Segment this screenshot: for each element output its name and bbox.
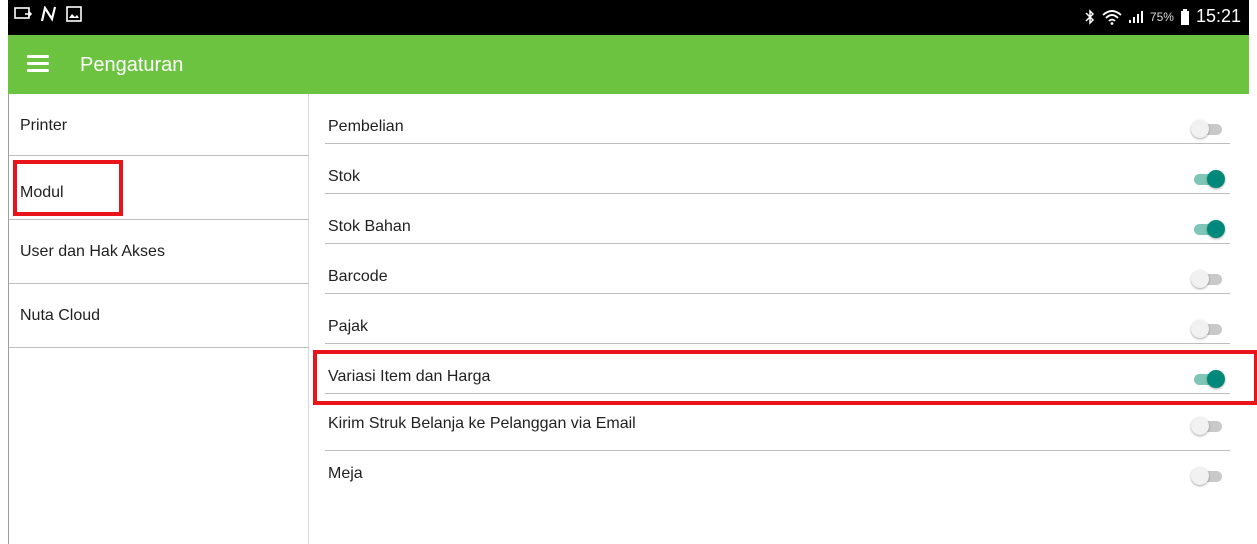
- module-row-pembelian[interactable]: Pembelian: [325, 94, 1230, 144]
- nfc-n-icon: [40, 6, 57, 22]
- module-label: Pembelian: [328, 118, 404, 135]
- module-row-meja[interactable]: Meja: [325, 451, 1230, 501]
- cast-icon: [14, 7, 32, 19]
- notification-icons: [14, 6, 82, 22]
- toggle-switch[interactable]: [1191, 118, 1225, 140]
- system-status: 75% 15:21: [1084, 6, 1241, 27]
- module-row-pajak[interactable]: Pajak: [325, 294, 1230, 344]
- sidebar-item-label: User dan Hak Akses: [20, 243, 165, 260]
- toggle-switch[interactable]: [1191, 368, 1225, 390]
- hamburger-menu-icon[interactable]: [27, 55, 49, 73]
- toggle-switch[interactable]: [1191, 218, 1225, 240]
- battery-icon: [1180, 8, 1189, 25]
- module-settings-list: Pembelian Stok Stok Bahan Barcode Pajak …: [310, 94, 1257, 544]
- page-title: Pengaturan: [80, 54, 184, 76]
- sidebar-item-nuta-cloud[interactable]: Nuta Cloud: [9, 284, 309, 348]
- settings-sidebar: Printer Modul User dan Hak Akses Nuta Cl…: [8, 94, 309, 544]
- toggle-switch[interactable]: [1191, 465, 1225, 487]
- module-row-variasi-item-dan-harga[interactable]: Variasi Item dan Harga: [325, 344, 1230, 394]
- clock: 15:21: [1195, 6, 1241, 26]
- sidebar-item-label: Nuta Cloud: [20, 307, 101, 324]
- bluetooth-icon: [1085, 8, 1094, 25]
- module-label: Stok: [328, 168, 361, 185]
- module-label: Pajak: [328, 318, 369, 335]
- wifi-icon: [1102, 9, 1122, 25]
- device-screen: 75% 15:21 Pengaturan Printer Modul User …: [8, 0, 1257, 544]
- module-label: Kirim Struk Belanja ke Pelanggan via Ema…: [328, 415, 636, 432]
- toggle-switch[interactable]: [1191, 268, 1225, 290]
- module-row-barcode[interactable]: Barcode: [325, 244, 1230, 294]
- status-bar: 75% 15:21: [8, 0, 1249, 35]
- signal-icon: [1128, 10, 1143, 23]
- module-row-kirim-struk-email[interactable]: Kirim Struk Belanja ke Pelanggan via Ema…: [325, 401, 1230, 451]
- module-label: Barcode: [328, 268, 388, 285]
- module-label: Variasi Item dan Harga: [328, 368, 491, 385]
- sidebar-item-user-dan-hak-akses[interactable]: User dan Hak Akses: [9, 220, 309, 284]
- sidebar-item-label: Printer: [20, 117, 68, 134]
- sidebar-item-modul[interactable]: Modul: [9, 156, 309, 220]
- module-label: Stok Bahan: [328, 218, 411, 235]
- sidebar-item-label: Modul: [20, 184, 64, 201]
- toggle-switch[interactable]: [1191, 415, 1225, 437]
- module-row-stok-bahan[interactable]: Stok Bahan: [325, 194, 1230, 244]
- app-bar: Pengaturan: [8, 35, 1249, 94]
- gallery-icon: [66, 6, 82, 22]
- toggle-switch[interactable]: [1191, 318, 1225, 340]
- module-row-stok[interactable]: Stok: [325, 144, 1230, 194]
- module-label: Meja: [328, 465, 363, 482]
- battery-percent: 75%: [1149, 9, 1174, 24]
- sidebar-item-printer[interactable]: Printer: [9, 94, 309, 156]
- toggle-switch[interactable]: [1191, 168, 1225, 190]
